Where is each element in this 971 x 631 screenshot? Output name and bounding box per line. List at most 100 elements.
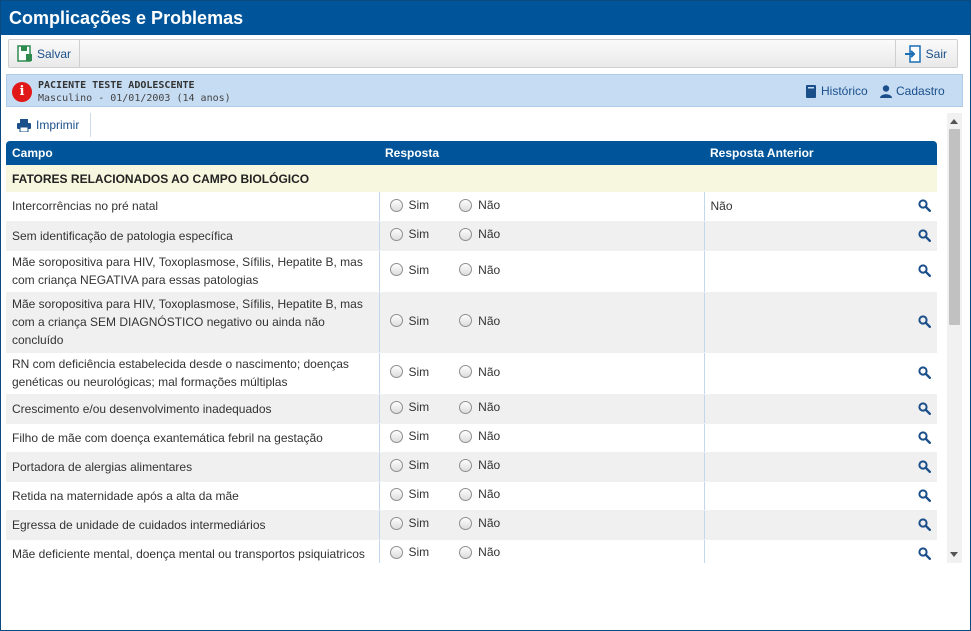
radio-no[interactable]: Não <box>459 398 500 416</box>
vertical-scrollbar[interactable] <box>947 113 962 563</box>
table-header: Campo Resposta Resposta Anterior <box>6 141 937 165</box>
radio-no[interactable]: Não <box>459 312 500 330</box>
magnifier-icon[interactable] <box>918 401 931 415</box>
radio-circle-icon[interactable] <box>459 365 473 379</box>
table-row: Egressa de unidade de cuidados intermedi… <box>6 510 937 540</box>
radio-yes[interactable]: Sim <box>389 398 430 416</box>
radio-no[interactable]: Não <box>459 485 500 503</box>
radio-circle-icon[interactable] <box>389 458 403 472</box>
radio-no[interactable]: Não <box>459 261 500 279</box>
radio-circle-icon[interactable] <box>389 545 403 559</box>
header-field: Campo <box>6 141 379 165</box>
patient-bar: i PACIENTE TESTE ADOLESCENTE Masculino -… <box>6 74 963 107</box>
radio-no[interactable]: Não <box>459 196 500 214</box>
magnifier-icon[interactable] <box>918 199 931 213</box>
radio-label: Não <box>478 227 501 242</box>
answer-cell: Sim Não <box>378 394 705 424</box>
save-icon <box>17 45 32 62</box>
field-label: Mãe deficiente mental, doença mental ou … <box>6 539 379 563</box>
previous-answer-cell <box>704 394 937 424</box>
radio-circle-icon[interactable] <box>459 198 473 212</box>
radio-circle-icon[interactable] <box>459 429 473 443</box>
magnifier-icon[interactable] <box>918 315 931 328</box>
radio-no[interactable]: Não <box>459 363 500 381</box>
radio-yes[interactable]: Sim <box>389 225 429 243</box>
radio-yes[interactable]: Sim <box>389 363 429 381</box>
scroll-up-arrow-icon[interactable] <box>950 119 958 124</box>
table-row: Mãe deficiente mental, doença mental ou … <box>6 539 937 563</box>
magnifier-icon[interactable] <box>918 488 931 502</box>
radio-circle-icon[interactable] <box>459 400 473 414</box>
magnifier-icon[interactable] <box>918 517 931 531</box>
radio-circle-icon[interactable] <box>389 263 403 277</box>
radio-circle-icon[interactable] <box>389 365 403 379</box>
magnifier-icon[interactable] <box>918 430 931 444</box>
radio-circle-icon[interactable] <box>389 516 403 530</box>
radio-circle-icon[interactable] <box>389 314 403 328</box>
radio-yes[interactable]: Sim <box>389 514 430 532</box>
magnifier-icon[interactable] <box>918 546 931 560</box>
complications-table: Campo Resposta Resposta Anterior FATORES… <box>6 141 937 563</box>
radio-label: Sim <box>408 400 430 415</box>
radio-label: Sim <box>408 198 430 212</box>
magnifier-icon[interactable] <box>918 366 931 379</box>
radio-circle-icon[interactable] <box>459 516 473 530</box>
history-link[interactable]: Histórico <box>805 84 868 98</box>
radio-label: Sim <box>408 458 430 473</box>
field-label: Portadora de alergias alimentares <box>6 452 379 482</box>
magnifier-icon[interactable] <box>918 459 931 473</box>
radio-no[interactable]: Não <box>459 427 500 445</box>
radio-no[interactable]: Não <box>459 543 500 561</box>
radio-circle-icon[interactable] <box>459 487 473 501</box>
radio-circle-icon[interactable] <box>459 545 473 559</box>
magnifier-icon[interactable] <box>918 264 931 277</box>
radio-circle-icon[interactable] <box>389 429 403 443</box>
toolbar: Salvar Sair <box>8 39 958 68</box>
register-label: Cadastro <box>896 84 945 98</box>
table-row: Crescimento e/ou desenvolvimento inadequ… <box>6 394 937 424</box>
printer-icon <box>17 118 31 132</box>
print-button[interactable]: Imprimir <box>11 113 91 137</box>
previous-answer-cell <box>704 481 937 511</box>
table-row: Mãe soropositiva para HIV, Toxoplasmose,… <box>6 250 937 293</box>
radio-circle-icon[interactable] <box>459 227 473 241</box>
section-title: FATORES RELACIONADOS AO CAMPO BIOLÓGICO <box>6 165 937 192</box>
scrollbar-thumb[interactable] <box>949 129 960 325</box>
print-label: Imprimir <box>36 118 80 132</box>
radio-circle-icon[interactable] <box>459 314 473 328</box>
radio-yes[interactable]: Sim <box>389 312 429 330</box>
exit-button[interactable]: Sair <box>894 40 957 67</box>
radio-circle-icon[interactable] <box>389 400 403 414</box>
previous-answer: Não <box>710 199 733 214</box>
history-label: Histórico <box>821 84 868 98</box>
radio-label: Não <box>478 198 501 212</box>
save-button[interactable]: Salvar <box>9 40 81 67</box>
radio-label: Não <box>478 313 501 328</box>
magnifier-icon[interactable] <box>918 228 931 242</box>
radio-yes[interactable]: Sim <box>389 196 430 214</box>
previous-answer-cell <box>704 352 937 395</box>
radio-yes[interactable]: Sim <box>389 261 429 279</box>
modal-window: Complicações e Problemas Salvar Sair i P… <box>0 0 971 631</box>
previous-answer-cell <box>704 452 937 482</box>
radio-no[interactable]: Não <box>459 456 500 474</box>
scroll-down-arrow-icon[interactable] <box>950 552 958 557</box>
user-icon <box>880 84 892 98</box>
answer-cell: Sim Não <box>378 192 705 222</box>
radio-circle-icon[interactable] <box>459 263 473 277</box>
radio-yes[interactable]: Sim <box>389 543 429 561</box>
radio-yes[interactable]: Sim <box>389 427 429 445</box>
radio-label: Sim <box>408 516 430 531</box>
radio-circle-icon[interactable] <box>389 198 403 212</box>
radio-circle-icon[interactable] <box>459 458 473 472</box>
radio-no[interactable]: Não <box>459 514 500 532</box>
header-answer: Resposta <box>379 141 704 165</box>
radio-no[interactable]: Não <box>459 225 500 243</box>
radio-circle-icon[interactable] <box>389 227 403 241</box>
radio-yes[interactable]: Sim <box>389 485 429 503</box>
radio-label: Não <box>478 262 501 277</box>
radio-yes[interactable]: Sim <box>389 456 430 474</box>
radio-circle-icon[interactable] <box>389 487 403 501</box>
previous-answer-cell <box>704 250 937 293</box>
register-link[interactable]: Cadastro <box>880 84 945 98</box>
